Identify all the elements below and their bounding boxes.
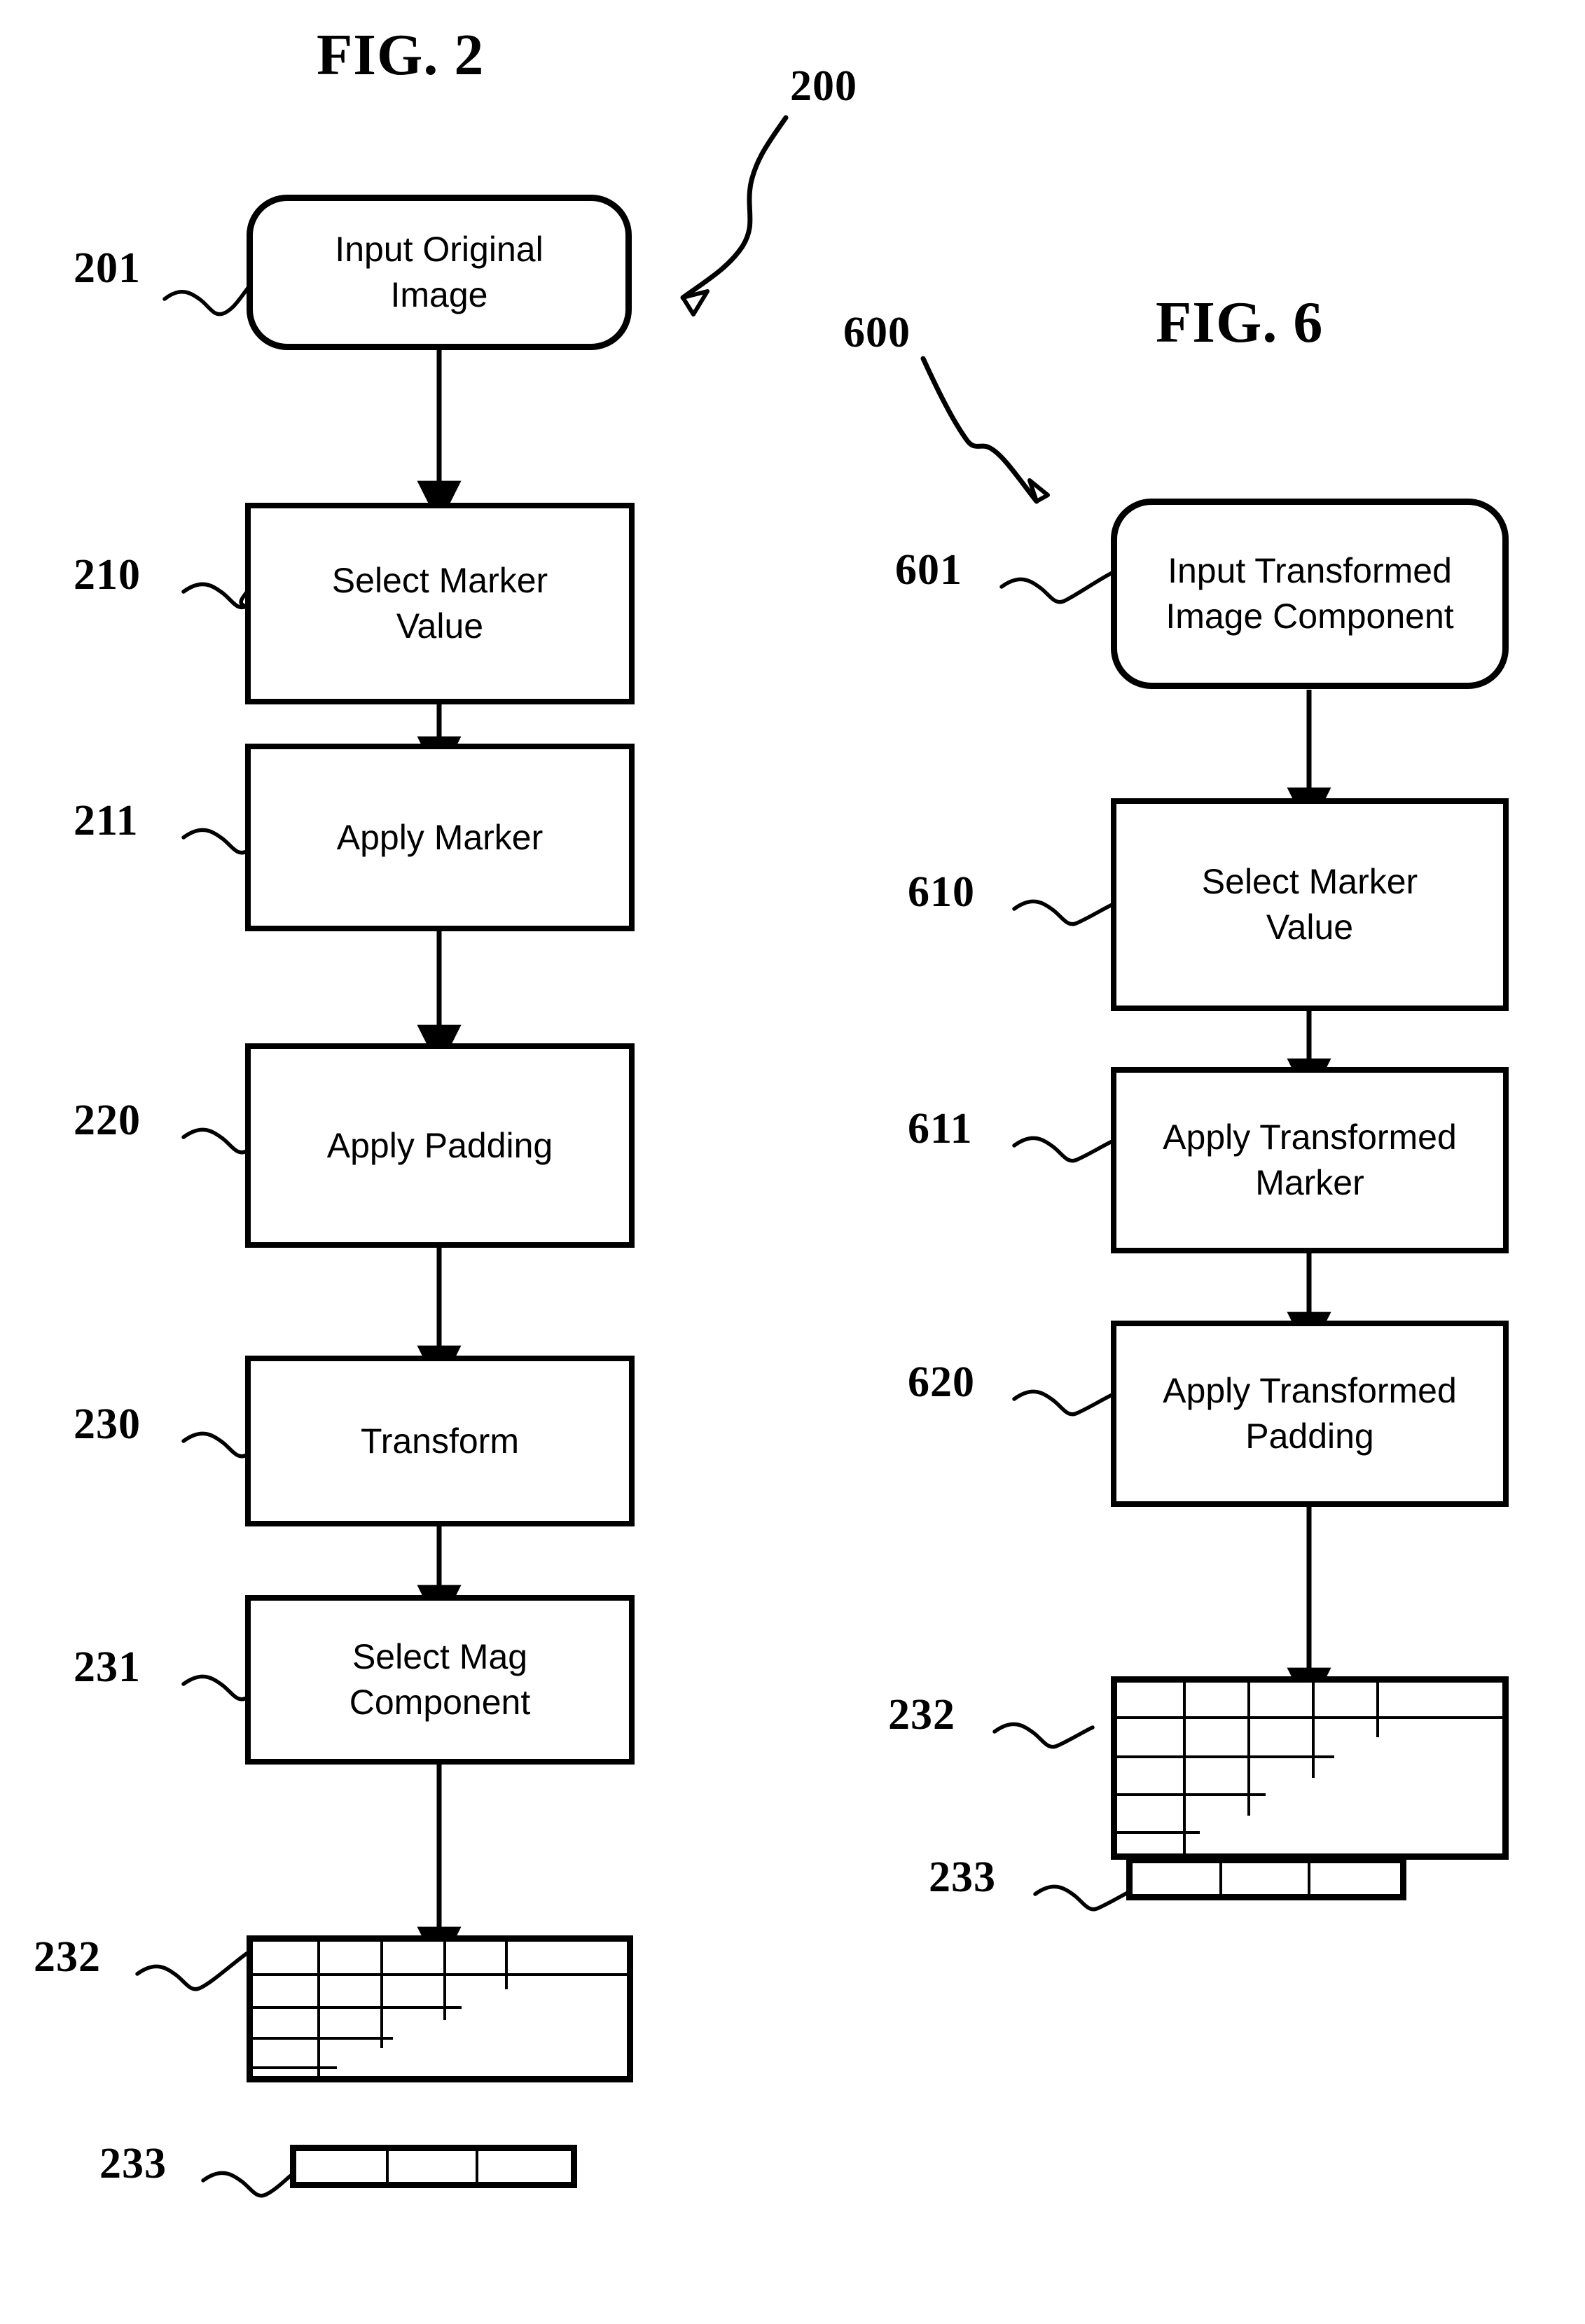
ref-label-220: 220 bbox=[74, 1097, 141, 1144]
grid-hline-3 bbox=[253, 2037, 393, 2040]
step-601-line2: Image Component bbox=[1165, 597, 1454, 636]
leader-620 bbox=[1012, 1389, 1114, 1417]
grid-hline-2 bbox=[253, 2006, 462, 2009]
leader-610 bbox=[1012, 899, 1114, 926]
ref-label-230: 230 bbox=[74, 1400, 141, 1448]
ref-label-210: 210 bbox=[74, 551, 141, 599]
step-box-220[interactable]: Apply Padding bbox=[245, 1043, 635, 1248]
ref-label-620: 620 bbox=[908, 1358, 975, 1406]
grid-vline-4 bbox=[505, 1942, 508, 1989]
step-box-211[interactable]: Apply Marker bbox=[245, 744, 635, 931]
grid-vline-3 bbox=[443, 1942, 446, 2020]
bar-divider-1 bbox=[1219, 1863, 1222, 1894]
grid-hline-3 bbox=[1117, 1793, 1266, 1796]
leader-232-fig2 bbox=[135, 1951, 249, 1991]
ref-label-211: 211 bbox=[74, 797, 139, 844]
ref-label-601: 601 bbox=[895, 546, 962, 594]
step-box-610[interactable]: Select Marker Value bbox=[1111, 798, 1509, 1011]
ref-label-201: 201 bbox=[74, 244, 141, 292]
grid-vline-2 bbox=[380, 1942, 383, 2048]
step-201-line2: Image bbox=[390, 275, 488, 314]
step-211-line1: Apply Marker bbox=[336, 817, 544, 857]
ref-label-610: 610 bbox=[908, 868, 975, 916]
step-231-line2: Component bbox=[349, 1683, 531, 1722]
ref-label-233-fig2: 233 bbox=[99, 2140, 167, 2187]
ref-label-232-fig6: 232 bbox=[888, 1691, 955, 1739]
ref-label-231: 231 bbox=[74, 1643, 141, 1691]
step-box-201[interactable]: Input Original Image bbox=[247, 195, 632, 350]
bar-block-233-fig6 bbox=[1126, 1857, 1406, 1900]
leader-210 bbox=[181, 582, 251, 610]
grid-hline-4 bbox=[253, 2066, 337, 2069]
grid-vline-3 bbox=[1312, 1683, 1315, 1778]
bar-divider-1 bbox=[386, 2151, 389, 2182]
step-box-620[interactable]: Apply Transformed Padding bbox=[1111, 1321, 1509, 1507]
leader-220 bbox=[181, 1127, 249, 1155]
leader-233-fig6 bbox=[1033, 1884, 1135, 1912]
bar-divider-2 bbox=[1308, 1863, 1310, 1894]
ref-label-233-fig6: 233 bbox=[929, 1853, 996, 1901]
grid-hline-4 bbox=[1117, 1831, 1200, 1834]
step-620-line1: Apply Transformed bbox=[1163, 1371, 1457, 1410]
step-611-line2: Marker bbox=[1255, 1163, 1364, 1202]
step-231-line1: Select Mag bbox=[352, 1637, 528, 1676]
figure-title-fig6: FIG. 6 bbox=[1156, 290, 1324, 355]
grid-hline-2 bbox=[1117, 1755, 1334, 1758]
step-201-line1: Input Original bbox=[335, 230, 544, 269]
step-210-line1: Select Marker bbox=[331, 561, 548, 600]
step-box-210[interactable]: Select Marker Value bbox=[245, 503, 635, 704]
grid-vline-1 bbox=[317, 1942, 320, 2078]
step-box-601[interactable]: Input Transformed Image Component bbox=[1111, 499, 1509, 689]
patent-figure-sheet: FIG. 2 200 FIG. 6 600 201 210 211 220 23… bbox=[0, 0, 1585, 2324]
step-230-line1: Transform bbox=[361, 1421, 519, 1461]
grid-block-232-fig2 bbox=[247, 1935, 633, 2082]
grid-vline-4 bbox=[1376, 1683, 1379, 1737]
step-220-line1: Apply Padding bbox=[326, 1125, 553, 1165]
leader-233-fig2 bbox=[201, 2169, 299, 2198]
figure-title-fig2: FIG. 2 bbox=[317, 22, 485, 88]
leader-601 bbox=[999, 571, 1114, 604]
ref-label-611: 611 bbox=[908, 1105, 973, 1153]
ref-label-232-fig2: 232 bbox=[34, 1933, 101, 1981]
diagram-200-leader bbox=[680, 115, 789, 300]
diagram-600-leader bbox=[920, 356, 1039, 504]
step-610-line2: Value bbox=[1266, 907, 1354, 947]
step-210-line2: Value bbox=[396, 606, 484, 646]
leader-611 bbox=[1012, 1136, 1114, 1163]
step-620-line2: Padding bbox=[1245, 1417, 1374, 1456]
diagram-number-600: 600 bbox=[843, 309, 911, 356]
grid-hline-1 bbox=[253, 1973, 627, 1976]
leader-231 bbox=[181, 1674, 249, 1702]
leader-232-fig6 bbox=[992, 1722, 1095, 1749]
diagram-number-200: 200 bbox=[790, 62, 857, 110]
step-601-line1: Input Transformed bbox=[1168, 551, 1452, 590]
step-611-line1: Apply Transformed bbox=[1163, 1118, 1457, 1157]
bar-divider-2 bbox=[476, 2151, 478, 2182]
grid-vline-2 bbox=[1247, 1683, 1250, 1816]
diagram-600-arrowhead bbox=[1027, 478, 1050, 503]
leader-210-b bbox=[181, 582, 248, 610]
grid-block-232-fig6 bbox=[1111, 1676, 1509, 1860]
diagram-200-arrowhead bbox=[681, 289, 710, 316]
leader-230 bbox=[181, 1431, 249, 1459]
step-610-line1: Select Marker bbox=[1201, 862, 1418, 901]
leader-201 bbox=[162, 285, 251, 316]
grid-hline-1 bbox=[1117, 1716, 1502, 1719]
step-box-231[interactable]: Select Mag Component bbox=[245, 1595, 635, 1765]
step-box-611[interactable]: Apply Transformed Marker bbox=[1111, 1067, 1509, 1253]
bar-block-233-fig2 bbox=[290, 2145, 577, 2188]
grid-vline-1 bbox=[1183, 1683, 1186, 1853]
leader-211 bbox=[181, 828, 249, 855]
step-box-230[interactable]: Transform bbox=[245, 1356, 635, 1526]
